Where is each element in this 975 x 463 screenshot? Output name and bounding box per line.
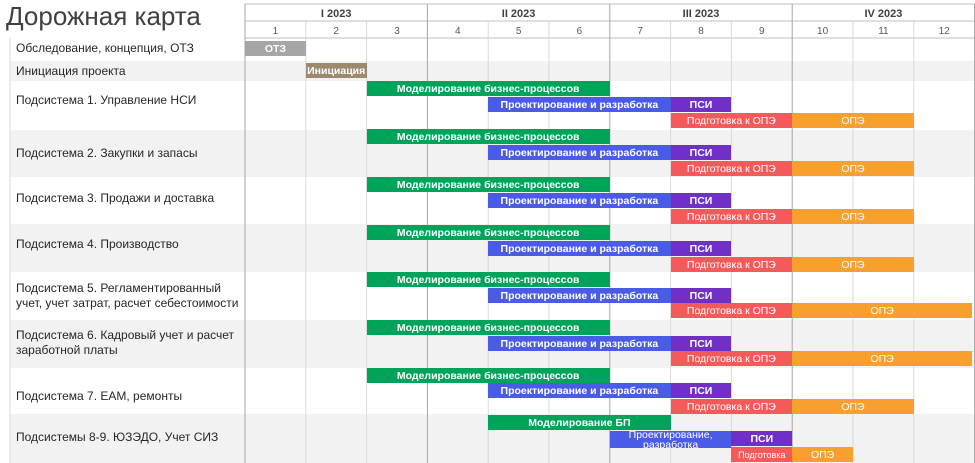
task-bar-design: Проектирование и разработка [488, 383, 671, 398]
row-label: Инициация проекта [16, 63, 126, 78]
task-bar-ope: ОПЭ [792, 257, 914, 272]
month-label: 6 [577, 26, 583, 37]
task-bar-prep: Подготовка [731, 447, 793, 462]
month-label: 5 [516, 26, 522, 37]
task-bar-design: Проектирование и разработка [488, 97, 671, 112]
quarter-label: I 2023 [321, 8, 352, 20]
task-bar-psi: ПСИ [670, 336, 732, 351]
row-label: Подсистема 3. Продажи и доставка [16, 190, 215, 205]
quarter-label: III 2023 [683, 8, 720, 20]
row-label: Подсистема 4. Производство [16, 236, 179, 251]
task-bar-ope: ОПЭ [792, 209, 914, 224]
task-bar-prep: Подготовка к ОПЭ [670, 257, 793, 272]
task-bar-model: Моделирование бизнес-процессов [366, 81, 610, 96]
month-label: 3 [394, 26, 400, 37]
task-bar-prep: Подготовка к ОПЭ [670, 209, 793, 224]
task-bar-prep: Подготовка к ОПЭ [670, 303, 793, 318]
task-bar-design: Проектирование и разработка [488, 193, 671, 208]
row-label: Подсистема 1. Управление НСИ [16, 92, 197, 107]
task-bar-init: Инициация [305, 63, 367, 78]
task-bar-psi: ПСИ [670, 193, 732, 208]
task-bar-prep: Подготовка к ОПЭ [670, 351, 793, 366]
task-bar-design: Проектирование и разработка [488, 241, 671, 256]
month-label: 10 [817, 26, 829, 37]
row-label: Подсистема 6. Кадровый учет и расчет зар… [16, 328, 235, 357]
task-bar-design: Проектирование и разработка [488, 336, 671, 351]
quarter-label: IV 2023 [864, 8, 902, 20]
row-label: Подсистема 5. Регламентированный учет, у… [16, 281, 239, 310]
task-bar-design: Проектирование и разработка [488, 145, 671, 160]
task-bar-model: Моделирование бизнес-процессов [366, 320, 610, 335]
month-label: 4 [455, 26, 461, 37]
task-bar-model: Моделирование бизнес-процессов [366, 129, 610, 144]
task-bar-ope: ОПЭ [792, 303, 972, 318]
task-bar-psi: ПСИ [670, 241, 732, 256]
task-bar-psi: ПСИ [670, 145, 732, 160]
month-label: 8 [698, 26, 704, 37]
task-bar-prep: Подготовка к ОПЭ [670, 113, 793, 128]
task-bar-model: Моделирование бизнес-процессов [366, 177, 610, 192]
task-bar-ope: ОПЭ [792, 351, 972, 366]
task-bar-model: Моделирование бизнес-процессов [366, 225, 610, 240]
task-bar-prep: Подготовка к ОПЭ [670, 399, 793, 414]
month-label: 11 [878, 26, 889, 37]
task-bar-otz: ОТЗ [245, 41, 306, 56]
task-bar-ope: ОПЭ [792, 161, 914, 176]
task-bar-psi: ПСИ [670, 97, 732, 112]
month-label: 2 [333, 26, 339, 37]
row-label: Подсистема 2. Закупки и запасы [16, 145, 198, 160]
task-bar-ope: ОПЭ [792, 113, 914, 128]
month-label: 1 [273, 26, 279, 37]
task-bar-ope: ОПЭ [792, 447, 853, 462]
task-bar-model: Моделирование БП [488, 415, 671, 430]
row-label: Обследование, концепция, ОТЗ [16, 40, 194, 55]
task-bar-psi: ПСИ [670, 383, 732, 398]
task-bar-model: Моделирование бизнес-процессов [366, 368, 610, 383]
task-bar-prep: Подготовка к ОПЭ [670, 161, 793, 176]
quarter-label: II 2023 [502, 8, 536, 20]
row-label: Подсистема 7. ЕАМ, ремонты [16, 388, 183, 403]
task-bar-psi: ПСИ [731, 431, 793, 446]
month-label: 12 [939, 26, 951, 37]
month-label: 9 [759, 26, 765, 37]
row-label: Подсистемы 8-9. ЮЗЭДО, Учет СИЗ [16, 429, 219, 444]
month-label: 7 [637, 26, 643, 37]
task-bar-psi: ПСИ [670, 288, 732, 303]
task-bar-design: Проектирование и разработка [488, 288, 671, 303]
task-bar-model: Моделирование бизнес-процессов [366, 272, 610, 287]
task-bar-design: Проектирование, разработка [609, 431, 732, 448]
task-bar-ope: ОПЭ [792, 399, 914, 414]
